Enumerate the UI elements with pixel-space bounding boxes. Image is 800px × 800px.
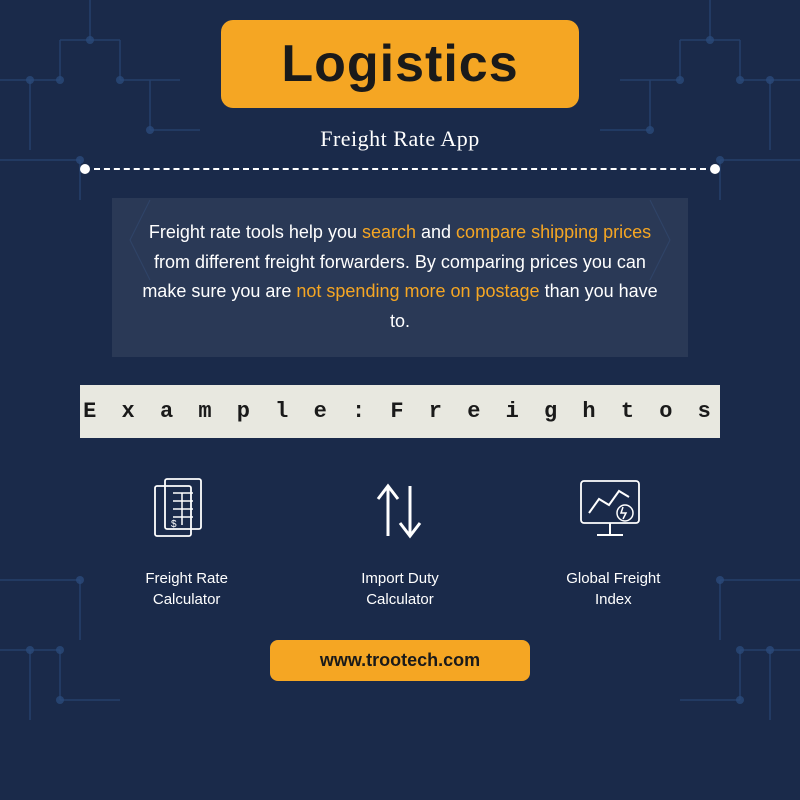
- divider-dot-right: [710, 164, 720, 174]
- desc-part1: Freight rate tools help you: [149, 222, 362, 242]
- freight-rate-label: Freight RateCalculator: [145, 568, 228, 610]
- footer-url-text: www.trootech.com: [320, 650, 480, 670]
- import-duty-label: Import DutyCalculator: [361, 568, 439, 610]
- icon-item-import-duty: Import DutyCalculator: [320, 466, 480, 610]
- divider-dot-left: [80, 164, 90, 174]
- desc-part2: and: [416, 222, 456, 242]
- chart-icon: [573, 471, 653, 551]
- icon-item-freight-rate: $ Freight RateCalculator: [107, 466, 267, 610]
- icon-item-global-freight: Global FreightIndex: [533, 466, 693, 610]
- divider-line: [94, 168, 706, 170]
- page-title: Logistics: [281, 34, 518, 94]
- arrows-icon: [360, 471, 440, 551]
- subtitle: Freight Rate App: [320, 126, 480, 152]
- description-text: Freight rate tools help you search and c…: [140, 218, 660, 337]
- title-badge: Logistics: [221, 20, 578, 108]
- main-content: Logistics Freight Rate App Freight rate …: [0, 0, 800, 681]
- dashed-divider: [80, 164, 720, 174]
- desc-highlight2: compare shipping prices: [456, 222, 651, 242]
- import-duty-icon-box: [355, 466, 445, 556]
- footer-url-badge: www.trootech.com: [270, 640, 530, 681]
- freight-rate-icon-box: $: [142, 466, 232, 556]
- desc-highlight1: search: [362, 222, 416, 242]
- svg-text:$: $: [171, 519, 177, 530]
- example-label: E x a m p l e : F r e i g h t o s: [83, 399, 717, 424]
- global-freight-icon-box: [568, 466, 658, 556]
- calculator-icon: $: [147, 471, 227, 551]
- global-freight-label: Global FreightIndex: [566, 568, 660, 610]
- desc-highlight3: not spending more on postage: [296, 281, 539, 301]
- example-banner: E x a m p l e : F r e i g h t o s: [80, 385, 720, 438]
- page: Logistics Freight Rate App Freight rate …: [0, 0, 800, 800]
- icons-section: $ Freight RateCalculator: [80, 466, 720, 610]
- description-box: Freight rate tools help you search and c…: [112, 198, 688, 357]
